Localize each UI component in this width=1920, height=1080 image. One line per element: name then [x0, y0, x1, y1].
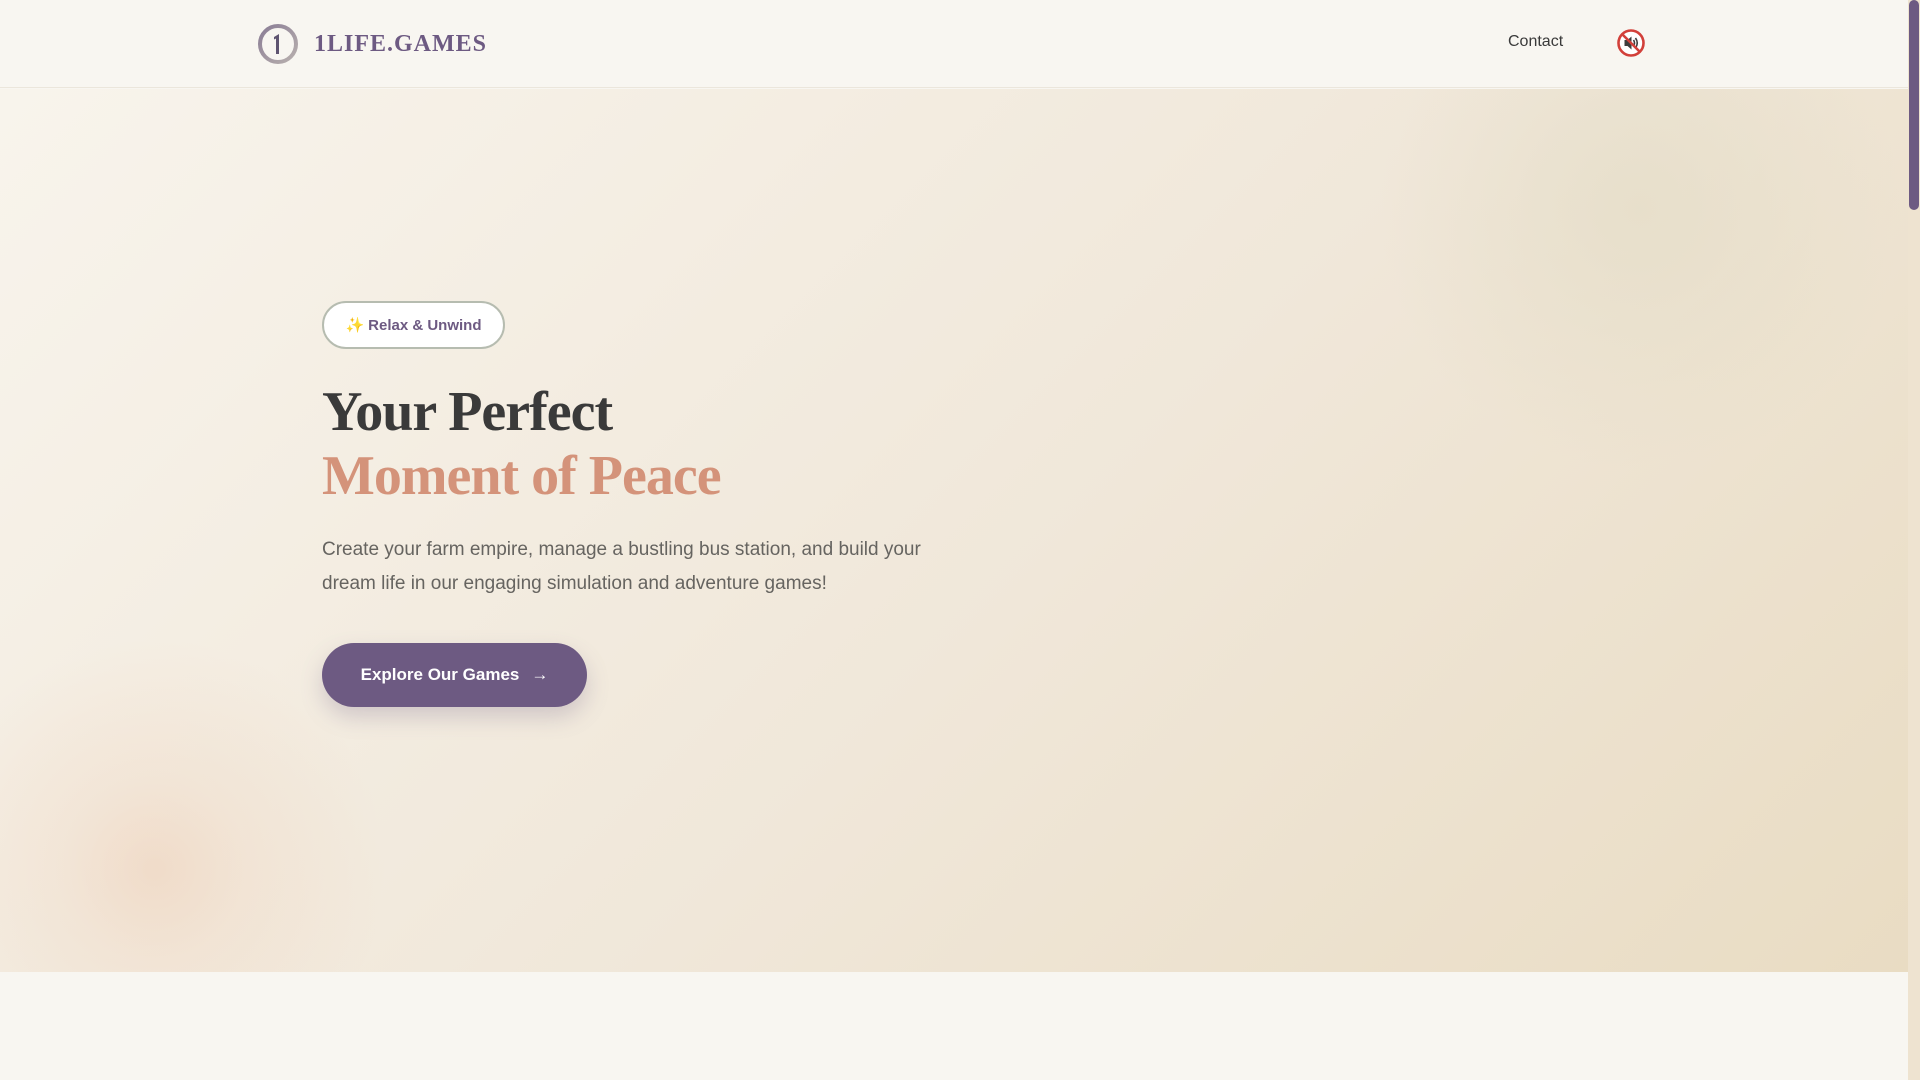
page: 1LIFE.GAMES Contact ✨ Relax & Unwind You… — [0, 0, 1908, 1080]
nav-contact-link[interactable]: Contact — [1508, 33, 1563, 51]
next-section — [0, 972, 1908, 1080]
logo-text: 1LIFE.GAMES — [314, 30, 488, 57]
page-scrollbar[interactable] — [1908, 0, 1920, 1080]
cta-label: Explore Our Games — [360, 665, 520, 684]
sparkle-icon: ✨ — [345, 317, 365, 334]
hero-section — [0, 89, 1908, 972]
headline-line-2: Moment of Peace — [322, 445, 722, 507]
logo-icon — [257, 23, 299, 65]
badge-label: Relax & Unwind — [368, 316, 482, 334]
site-header: 1LIFE.GAMES Contact — [0, 0, 1908, 88]
hero-headline: Your Perfect Moment of Peace — [322, 380, 722, 508]
logo-link[interactable]: 1LIFE.GAMES — [257, 23, 487, 65]
muted-speaker-icon[interactable] — [1616, 28, 1646, 58]
scrollbar-thumb[interactable] — [1909, 0, 1919, 210]
relax-badge: ✨ Relax & Unwind — [322, 301, 505, 349]
arrow-right-icon: → — [531, 665, 549, 684]
headline-line-1: Your Perfect — [322, 381, 613, 443]
explore-games-button[interactable]: Explore Our Games → — [322, 643, 587, 707]
hero-description: Create your farm empire, manage a bustli… — [322, 539, 921, 594]
